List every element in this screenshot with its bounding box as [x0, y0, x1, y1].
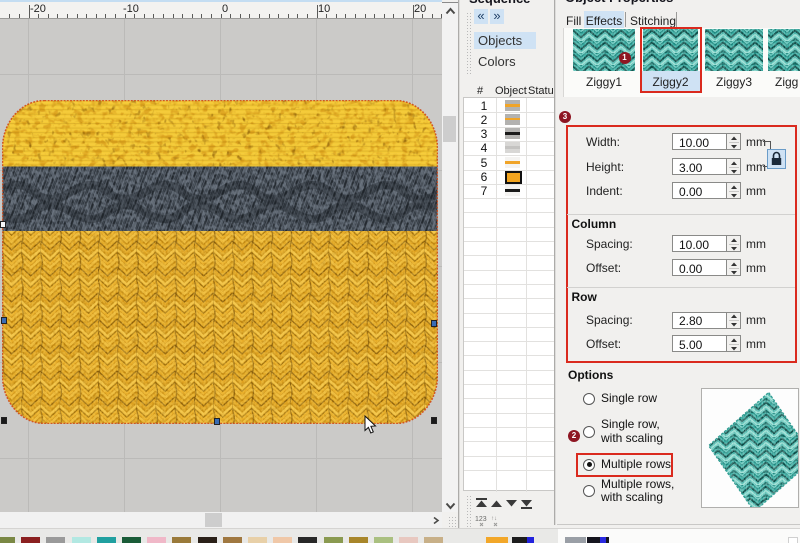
svg-text:123: 123 — [475, 516, 487, 523]
svg-text:↑↓: ↑↓ — [491, 516, 497, 522]
